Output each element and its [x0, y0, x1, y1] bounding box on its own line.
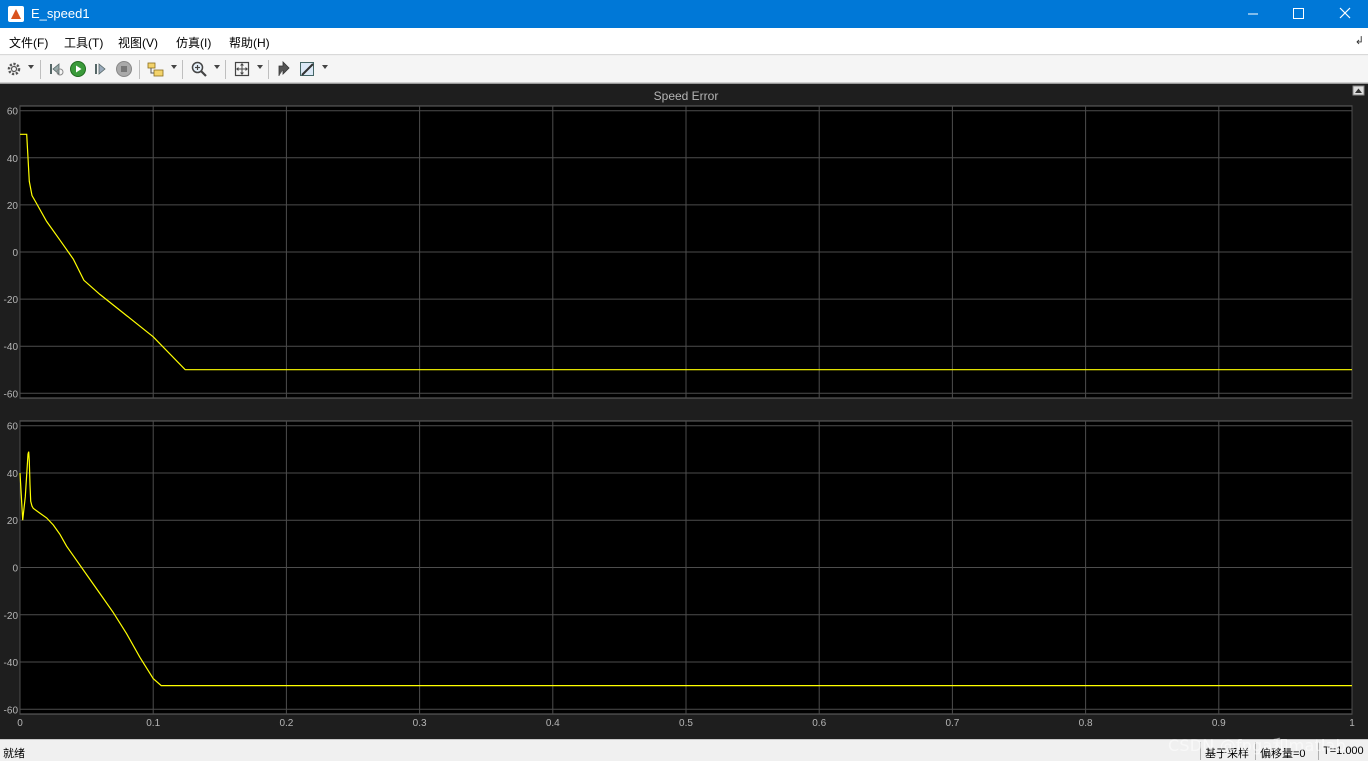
toolbar-separator	[182, 60, 183, 79]
x-tick-label: 1	[1349, 718, 1355, 729]
y-tick-label: 20	[7, 201, 19, 212]
y-tick-label: -20	[4, 611, 19, 622]
menu-collapse-icon[interactable]: ↲	[1355, 34, 1364, 47]
gear-icon[interactable]	[5, 60, 23, 78]
menu-view[interactable]: 视图(V)	[118, 34, 158, 51]
x-tick-label: 0	[17, 718, 23, 729]
stop-icon[interactable]	[115, 60, 133, 78]
style-dropdown-icon[interactable]	[322, 65, 328, 69]
menu-bar: 文件(F) 工具(T) 视图(V) 仿真(I) 帮助(H) ↲	[0, 28, 1368, 55]
y-tick-label: -40	[4, 342, 19, 353]
scope-plots[interactable]: Speed Error 60 40 20 0 -20 -40 -60 60 40 20 0 -20 -40…	[0, 84, 1368, 740]
y-tick-label: 40	[7, 469, 19, 480]
step-forward-icon[interactable]	[92, 60, 110, 78]
matlab-logo-icon	[8, 6, 24, 22]
zoom-icon[interactable]	[190, 60, 208, 78]
fit-dropdown-icon[interactable]	[257, 65, 263, 69]
y-tick-label: 60	[7, 107, 19, 118]
restore-icon[interactable]	[275, 60, 293, 78]
y-tick-label: 0	[12, 248, 18, 259]
scope-display: Speed Error 60 40 20 0 -20 -40 -60 60 40 20 0 -20 -40…	[0, 83, 1368, 739]
highlight-block-icon[interactable]	[146, 60, 166, 78]
title-bar: E_speed1	[0, 0, 1368, 28]
gear-dropdown-icon[interactable]	[28, 65, 34, 69]
menu-help[interactable]: 帮助(H)	[229, 34, 270, 51]
window-title: E_speed1	[31, 6, 90, 21]
toolbar-separator	[268, 60, 269, 79]
y-tick-label: -40	[4, 658, 19, 669]
maximize-icon[interactable]	[1276, 0, 1322, 28]
toolbar-separator	[40, 60, 41, 79]
toolbar	[0, 56, 1368, 83]
x-tick-label: 0.6	[812, 718, 826, 729]
x-tick-label: 0.8	[1079, 718, 1093, 729]
menu-tools[interactable]: 工具(T)	[64, 34, 103, 51]
x-tick-label: 0.2	[279, 718, 293, 729]
step-back-icon[interactable]	[47, 60, 65, 78]
minimize-icon[interactable]	[1230, 0, 1276, 28]
plot-title: Speed Error	[654, 89, 719, 103]
y-tick-label: 60	[7, 422, 19, 433]
toolbar-separator	[139, 60, 140, 79]
y-tick-label: 40	[7, 154, 19, 165]
status-bar: 就绪 基于采样 偏移量=0 T=1.000	[0, 739, 1368, 761]
zoom-dropdown-icon[interactable]	[214, 65, 220, 69]
x-tick-label: 0.4	[546, 718, 560, 729]
x-tick-label: 0.5	[679, 718, 693, 729]
x-tick-label: 0.3	[413, 718, 427, 729]
run-icon[interactable]	[69, 60, 87, 78]
highlight-dropdown-icon[interactable]	[171, 65, 177, 69]
toolbar-separator	[225, 60, 226, 79]
fit-to-view-icon[interactable]	[233, 60, 251, 78]
menu-simulation[interactable]: 仿真(I)	[176, 34, 211, 51]
x-tick-label: 0.1	[146, 718, 160, 729]
y-tick-label: -20	[4, 295, 19, 306]
y-tick-label: 0	[12, 564, 18, 575]
watermark: CSDN @fpga和matlab	[1168, 736, 1346, 755]
close-icon[interactable]	[1322, 0, 1368, 28]
y-tick-label: -60	[4, 705, 19, 716]
y-tick-label: -60	[4, 389, 19, 400]
x-tick-label: 0.7	[945, 718, 959, 729]
style-icon[interactable]	[298, 60, 318, 78]
y-tick-label: 20	[7, 516, 19, 527]
x-tick-label: 0.9	[1212, 718, 1226, 729]
status-ready: 就绪	[3, 748, 25, 760]
menu-file[interactable]: 文件(F)	[9, 34, 48, 51]
